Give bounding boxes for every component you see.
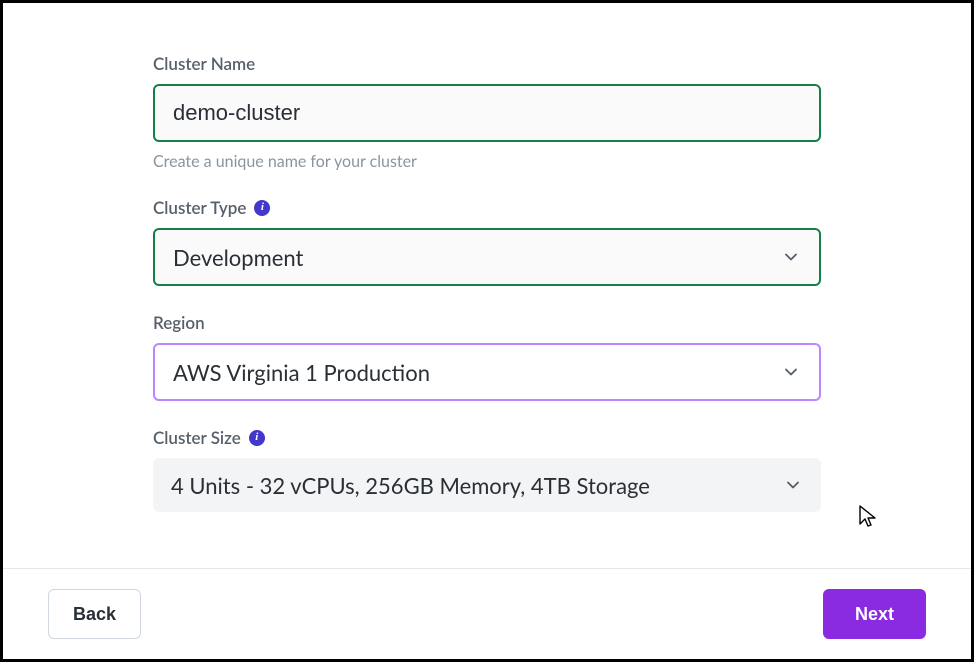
chevron-down-icon [781, 247, 801, 267]
info-icon[interactable]: i [254, 200, 270, 216]
form-area: Cluster Name Create a unique name for yo… [3, 3, 971, 568]
cluster-size-label: Cluster Size i [153, 427, 821, 448]
back-button[interactable]: Back [48, 589, 141, 639]
cluster-size-select-wrap: 4 Units - 32 vCPUs, 256GB Memory, 4TB St… [153, 458, 821, 512]
footer-bar: Back Next [3, 569, 971, 659]
label-text: Region [153, 312, 205, 333]
cluster-type-select[interactable]: Development [153, 228, 821, 286]
region-selected: AWS Virginia 1 Production [173, 359, 430, 386]
region-group: Region AWS Virginia 1 Production [153, 312, 821, 401]
chevron-down-icon [783, 475, 803, 495]
cluster-name-label: Cluster Name [153, 53, 821, 74]
cluster-name-input[interactable] [153, 84, 821, 142]
cluster-type-group: Cluster Type i Development [153, 197, 821, 286]
label-text: Cluster Type [153, 197, 246, 218]
cluster-type-label: Cluster Type i [153, 197, 821, 218]
region-label: Region [153, 312, 821, 333]
cluster-name-group: Cluster Name Create a unique name for yo… [153, 53, 821, 171]
cluster-size-select[interactable]: 4 Units - 32 vCPUs, 256GB Memory, 4TB St… [153, 458, 821, 512]
label-text: Cluster Name [153, 53, 255, 74]
chevron-down-icon [781, 362, 801, 382]
cluster-type-selected: Development [173, 244, 303, 271]
dialog-frame: Cluster Name Create a unique name for yo… [0, 0, 974, 662]
cluster-type-select-wrap: Development [153, 228, 821, 286]
label-text: Cluster Size [153, 427, 241, 448]
region-select-wrap: AWS Virginia 1 Production [153, 343, 821, 401]
cluster-size-selected: 4 Units - 32 vCPUs, 256GB Memory, 4TB St… [171, 472, 650, 499]
cluster-name-help: Create a unique name for your cluster [153, 152, 821, 171]
next-button[interactable]: Next [823, 589, 926, 639]
cluster-size-group: Cluster Size i 4 Units - 32 vCPUs, 256GB… [153, 427, 821, 512]
info-icon[interactable]: i [249, 430, 265, 446]
region-select[interactable]: AWS Virginia 1 Production [153, 343, 821, 401]
